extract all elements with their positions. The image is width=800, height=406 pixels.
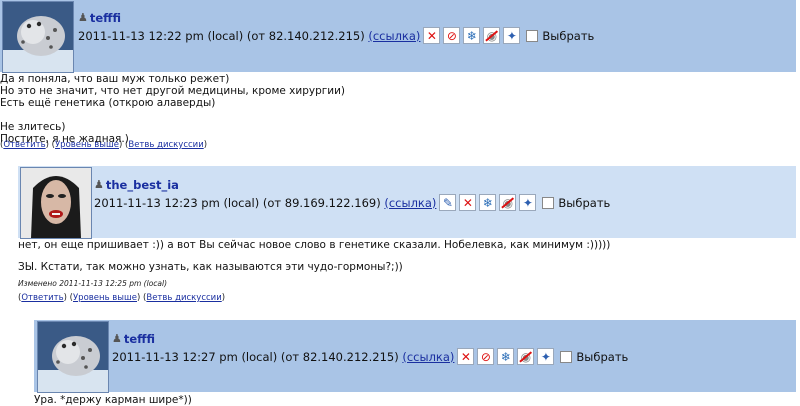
ban-icon[interactable]: ⊘	[477, 348, 495, 365]
user-icon: ♟	[112, 332, 122, 345]
reply-link[interactable]: Ответить	[21, 293, 63, 303]
select-label: Выбрать	[576, 349, 629, 364]
comment-line: Но это не значит, что нет другой медицин…	[0, 85, 346, 97]
track-pin-icon[interactable]: ✦	[537, 348, 555, 365]
delete-icon[interactable]: ✕	[423, 27, 441, 44]
freeze-icon[interactable]: ❄	[463, 27, 481, 44]
parent-link[interactable]: Уровень выше	[55, 140, 119, 150]
reply-link[interactable]: Ответить	[3, 140, 45, 150]
comment-line: Не злитесь)	[0, 121, 66, 133]
permalink[interactable]: (ссылка)	[368, 29, 420, 43]
track-pin-icon[interactable]: ✦	[519, 194, 537, 211]
woman-avatar-image	[21, 168, 91, 238]
snow-leopard-avatar-image	[3, 2, 73, 72]
track-pin-icon[interactable]: ✦	[503, 27, 521, 44]
parent-link[interactable]: Уровень выше	[73, 293, 137, 303]
hide-icon[interactable]: ◉	[483, 27, 501, 44]
select-checkbox[interactable]	[560, 350, 573, 363]
edited-note: Изменено 2011-11-13 12:25 pm (local)	[18, 279, 168, 288]
comment-datetime: 2011-11-13 12:22 pm (local)	[78, 28, 244, 43]
user-icon: ♟	[94, 178, 104, 191]
comment-ip: (от 82.140.212.215)	[280, 349, 399, 364]
comment-line: Да я поняла, что ваш муж только режет)	[0, 73, 230, 85]
comment-actions: (Ответить) (Уровень выше) (Ветвь дискусс…	[0, 140, 208, 150]
freeze-icon[interactable]: ❄	[497, 348, 515, 365]
comment-line: ЗЫ. Кстати, так можно узнать, как называ…	[18, 261, 403, 273]
select-label: Выбрать	[542, 28, 595, 43]
comment-actions: (Ответить) (Уровень выше) (Ветвь дискусс…	[18, 293, 226, 303]
delete-icon[interactable]: ✕	[457, 348, 475, 365]
snow-leopard-avatar-image	[38, 322, 108, 392]
avatar[interactable]	[37, 321, 109, 393]
comment-body: Ура. *держу карман шире*))	[34, 394, 192, 406]
comment-datetime: 2011-11-13 12:23 pm (local)	[94, 195, 260, 210]
comment-header: ♟ the_best_ia 2011-11-13 12:23 pm (local…	[18, 166, 796, 239]
select-checkbox[interactable]	[526, 29, 539, 42]
select-label: Выбрать	[558, 195, 611, 210]
comment-ip: (от 82.140.212.215)	[246, 28, 365, 43]
hide-icon[interactable]: ◉	[517, 348, 535, 365]
comment-header: ♟ tefffi 2011-11-13 12:27 pm (local) (от…	[34, 320, 796, 393]
permalink[interactable]: (ссылка)	[384, 196, 436, 210]
ban-icon[interactable]: ⊘	[443, 27, 461, 44]
select-checkbox[interactable]	[542, 196, 555, 209]
delete-icon[interactable]: ✕	[459, 194, 477, 211]
username-link[interactable]: tefffi	[90, 11, 121, 25]
comment-ip: (от 89.169.122.169)	[262, 195, 381, 210]
thread-link[interactable]: Ветвь дискуссии	[128, 140, 203, 150]
comment-line: нет, он еще пришивает :)) а вот Вы сейча…	[18, 239, 611, 251]
avatar[interactable]	[20, 167, 92, 239]
comment-datetime: 2011-11-13 12:27 pm (local)	[112, 349, 278, 364]
comment-header: ♟ tefffi 2011-11-13 12:22 pm (local) (от…	[0, 0, 796, 73]
user-icon: ♟	[78, 11, 88, 24]
comment-body: нет, он еще пришивает :)) а вот Вы сейча…	[18, 239, 610, 273]
avatar[interactable]	[2, 1, 74, 73]
freeze-icon[interactable]: ❄	[479, 194, 497, 211]
comment-body: Да я поняла, что ваш муж только режет) Н…	[0, 73, 345, 145]
username-link[interactable]: the_best_ia	[106, 178, 179, 192]
comment-line: Ура. *держу карман шире*))	[34, 394, 192, 406]
edit-pencil-icon[interactable]: ✎	[439, 194, 457, 211]
thread-link[interactable]: Ветвь дискуссии	[146, 293, 221, 303]
comment-line: Есть ещё генетика (открою алаверды)	[0, 97, 216, 109]
username-link[interactable]: tefffi	[124, 332, 155, 346]
hide-icon[interactable]: ◉	[499, 194, 517, 211]
permalink[interactable]: (ссылка)	[402, 350, 454, 364]
